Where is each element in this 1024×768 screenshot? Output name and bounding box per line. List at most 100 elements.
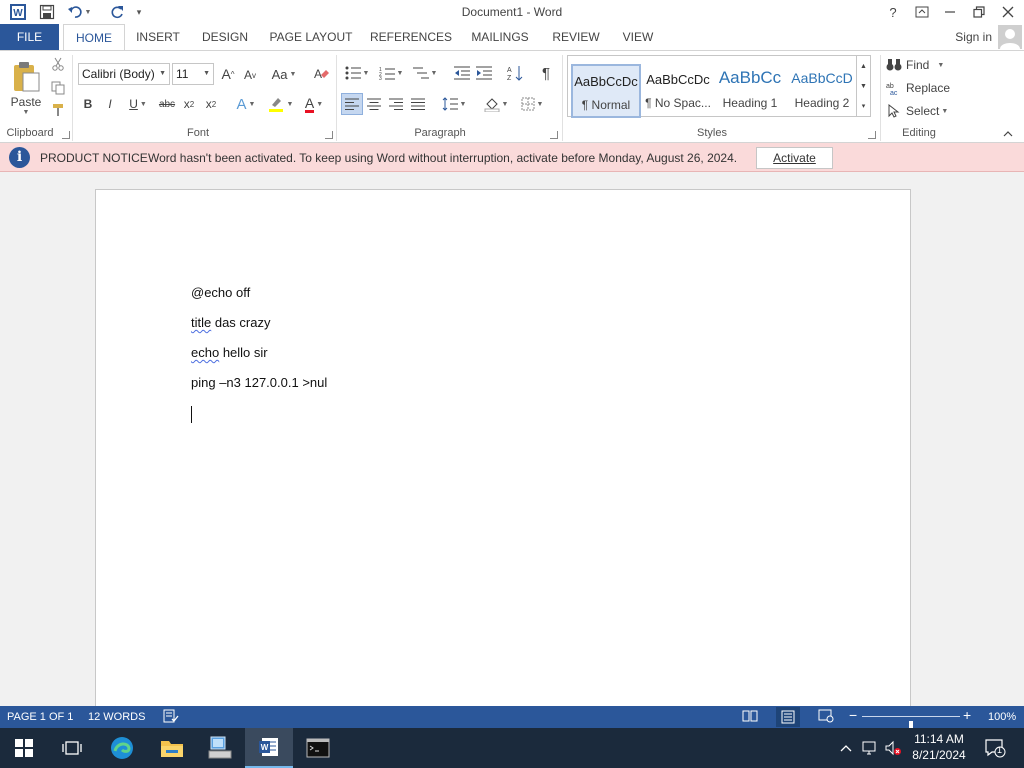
paste-label: Paste [10,94,42,109]
line-spacing-button[interactable]: ▼ [438,93,470,115]
notification-center-icon[interactable]: 1 [980,728,1010,768]
superscript-button[interactable]: x2 [202,95,220,113]
underline-button[interactable]: U ▼ [124,95,152,113]
replace-button[interactable]: ab ac Replace [886,78,956,98]
document-paragraph[interactable]: @echo off [191,285,250,300]
edge-browser-icon[interactable] [98,728,146,768]
paragraph-text: @echo off [191,285,251,300]
italic-button[interactable]: I [102,95,118,113]
align-right-icon[interactable] [386,93,406,115]
volume-muted-icon[interactable] [882,728,904,768]
numbering-button[interactable]: 1 2 3 ▼ [376,63,406,83]
font-launcher-icon[interactable] [325,131,333,139]
product-notice-bar: i PRODUCT NOTICE Word hasn't been activa… [0,143,1024,172]
help-button[interactable]: ? [879,2,907,22]
zoom-level[interactable]: 100% [988,711,1016,723]
tab-references[interactable]: REFERENCES [369,24,453,50]
grow-font-button[interactable]: A ^ [218,64,238,84]
read-mode-icon[interactable] [742,709,758,726]
file-explorer-icon[interactable] [148,728,196,768]
style-heading-2[interactable]: AaBbCcD Heading 2 [787,64,857,118]
paste-button[interactable]: Paste ▼ [6,55,46,121]
network-status-icon[interactable] [859,728,881,768]
clipboard-launcher-icon[interactable] [62,131,70,139]
style-no-spacing[interactable]: AaBbCcDc ¶ No Spac... [643,64,713,118]
notice-label: PRODUCT NOTICE [40,151,148,165]
clear-formatting-icon[interactable]: A [310,64,332,84]
text-effects-label: A [236,95,247,113]
tab-file[interactable]: FILE [0,24,59,50]
ribbon-display-options-icon[interactable] [908,2,936,22]
change-case-button[interactable]: Aa ▼ [268,64,300,84]
text-effects-button[interactable]: A ▼ [232,94,260,114]
tab-mailings[interactable]: MAILINGS [466,24,534,50]
show-formatting-button[interactable]: ¶ [536,63,556,83]
style-heading-1[interactable]: AaBbCc Heading 1 [715,64,785,118]
avatar[interactable] [998,25,1022,49]
shrink-font-button[interactable]: Av [240,65,260,85]
styles-more-icon[interactable]: ▾ [857,96,870,116]
font-name-combo[interactable]: Calibri (Body) ▼ [78,63,170,85]
web-layout-icon[interactable] [818,709,834,726]
justify-icon[interactable] [408,93,428,115]
tab-home[interactable]: HOME [63,24,125,51]
sort-icon[interactable]: AZ [504,63,526,83]
zoom-out-button[interactable]: − [849,707,857,723]
word-count[interactable]: 12 WORDS [88,711,145,723]
borders-button[interactable]: ▼ [516,93,548,115]
font-size-combo[interactable]: 11 ▼ [172,63,214,85]
multilevel-list-button[interactable]: ▼ [410,63,440,83]
page-count[interactable]: PAGE 1 OF 1 [7,711,73,723]
command-prompt-icon[interactable] [294,728,342,768]
restore-icon[interactable] [965,2,993,22]
windows-start-icon[interactable] [0,728,48,768]
tab-insert[interactable]: INSERT [133,24,183,50]
tab-review[interactable]: REVIEW [548,24,604,50]
zoom-in-button[interactable]: + [963,707,971,723]
bullets-button[interactable]: ▼ [342,63,372,83]
network-computer-icon[interactable] [196,728,244,768]
highlight-color-button[interactable]: ▼ [264,94,296,114]
font-group-label: Font [186,127,209,139]
font-color-button[interactable]: A ▼ [298,94,330,114]
system-clock[interactable]: 11:14 AM 8/21/2024 [906,731,972,763]
cut-icon[interactable] [50,55,66,73]
strikethrough-button[interactable]: abc [156,95,178,113]
align-center-icon[interactable] [364,93,384,115]
format-painter-icon[interactable] [50,101,66,119]
print-layout-icon[interactable] [776,707,800,727]
copy-icon[interactable] [50,79,66,97]
task-view-icon[interactable] [48,728,96,768]
increase-indent-icon[interactable] [474,63,494,83]
binoculars-icon [886,59,902,71]
sign-in-link[interactable]: Sign in [955,30,992,44]
subscript-button[interactable]: x2 [180,95,198,113]
tab-design[interactable]: DESIGN [196,24,254,50]
align-left-icon[interactable] [341,93,363,115]
styles-launcher-icon[interactable] [868,131,876,139]
paragraph-launcher-icon[interactable] [550,131,558,139]
decrease-indent-icon[interactable] [452,63,472,83]
bold-button[interactable]: B [80,95,96,113]
document-paragraph[interactable]: title das crazy [191,315,270,330]
style-normal[interactable]: AaBbCcDc ¶ Normal [571,64,641,118]
document-paragraph[interactable]: ping –n3 127.0.0.1 >nul [191,375,327,390]
find-button[interactable]: Find ▼ [886,55,956,75]
styles-scroll-up-icon[interactable]: ▲ [857,56,870,76]
select-button[interactable]: Select ▼ [886,101,956,121]
document-page[interactable]: @echo off title das crazy echo hello sir pi… [95,189,911,729]
collapse-ribbon-icon[interactable] [1000,127,1016,141]
font-color-label: A [304,94,315,113]
activate-button[interactable]: Activate [756,147,833,169]
zoom-slider[interactable] [862,716,960,732]
proofing-icon[interactable] [163,709,179,726]
show-hidden-icons-icon[interactable] [834,728,858,768]
close-icon[interactable] [994,2,1022,22]
shading-button[interactable]: ▼ [480,93,512,115]
document-paragraph[interactable]: echo hello sir [191,345,268,360]
minimize-icon[interactable] [936,2,964,22]
word-app-icon[interactable]: W [245,728,293,768]
styles-scroll-down-icon[interactable]: ▼ [857,76,870,96]
tab-view[interactable]: VIEW [617,24,659,50]
tab-page-layout[interactable]: PAGE LAYOUT [266,24,356,50]
